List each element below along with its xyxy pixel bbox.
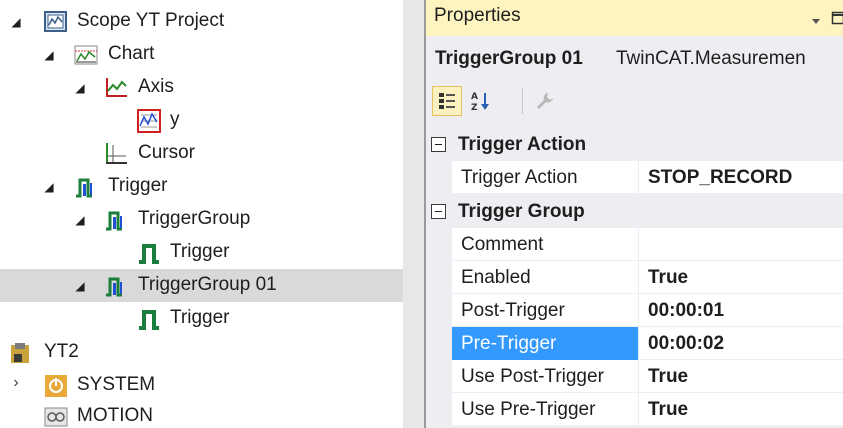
trigger-folder-icon <box>74 175 98 199</box>
expander-expanded-icon[interactable]: ◢ <box>73 213 87 227</box>
property-name: Use Pre-Trigger <box>452 393 639 426</box>
properties-title: Properties <box>434 5 521 26</box>
tree-item-triggergroup-01[interactable]: ◢ TriggerGroup 01 <box>0 269 403 302</box>
tree-item-label: y <box>170 109 180 130</box>
property-row-comment[interactable]: Comment <box>452 228 843 261</box>
tree-item-label: Cursor <box>138 142 196 163</box>
property-row-pre-trigger[interactable]: Pre-Trigger 00:00:02 <box>452 327 843 360</box>
property-row-use-post-trigger[interactable]: Use Post-Trigger True <box>452 360 843 393</box>
properties-title-bar[interactable]: Properties <box>426 0 843 36</box>
trigger-group-icon <box>104 208 128 232</box>
property-value[interactable]: True <box>640 261 843 294</box>
properties-panel: Properties TriggerGroup 01 TwinCAT.Measu… <box>426 0 843 428</box>
expander-expanded-icon[interactable]: ◢ <box>73 279 87 293</box>
tree-item-cursor[interactable]: Cursor <box>0 137 403 170</box>
trigger-icon <box>137 307 161 331</box>
tree-item-axis[interactable]: ◢ Axis <box>0 71 403 104</box>
property-value[interactable]: True <box>640 360 843 393</box>
tree-item-system[interactable]: › SYSTEM <box>0 369 403 402</box>
property-name: Trigger Action <box>452 161 639 194</box>
tree-item-label: Chart <box>108 43 155 64</box>
collapse-minus-icon[interactable] <box>431 204 446 219</box>
channel-icon <box>137 109 161 133</box>
expander-expanded-icon[interactable]: ◢ <box>73 81 87 95</box>
trigger-icon <box>137 241 161 265</box>
collapse-minus-icon[interactable] <box>431 137 446 152</box>
tree-item-yt2[interactable]: YT2 <box>0 336 403 369</box>
categorized-icon[interactable] <box>432 86 462 116</box>
expander-collapsed-icon[interactable]: › <box>9 374 23 391</box>
property-value[interactable]: STOP_RECORD <box>640 161 843 194</box>
selected-object-combo[interactable]: TriggerGroup 01 TwinCAT.Measuremen <box>426 36 843 80</box>
tree-item-label: Trigger <box>170 241 230 262</box>
tree-item-label: TriggerGroup <box>138 208 251 229</box>
tree-item-label: TriggerGroup 01 <box>138 274 277 295</box>
object-type: TwinCAT.Measuremen <box>616 48 806 69</box>
alphabetical-icon[interactable]: AZ <box>466 86 496 116</box>
yt-project-icon <box>9 341 33 365</box>
property-name: Post-Trigger <box>452 294 639 327</box>
tree-item-label: Scope YT Project <box>77 10 225 31</box>
property-name: Comment <box>452 228 639 261</box>
solution-tree: ◢ Scope YT Project ◢ Chart ◢ Axis y Curs… <box>0 0 403 428</box>
category-trigger-action[interactable]: Trigger Action <box>426 128 843 161</box>
tree-item-label: Trigger <box>170 307 230 328</box>
tree-item-y[interactable]: y <box>0 104 403 137</box>
category-label: Trigger Group <box>458 201 585 222</box>
pane-splitter[interactable] <box>403 0 425 428</box>
tree-item-motion[interactable]: MOTION <box>0 400 403 428</box>
tree-item-chart[interactable]: ◢ Chart <box>0 38 403 71</box>
tree-item-label: Trigger <box>108 175 168 196</box>
property-value[interactable] <box>640 228 843 261</box>
wrench-icon[interactable] <box>530 86 560 116</box>
expander-expanded-icon[interactable]: ◢ <box>9 15 23 29</box>
cursor-icon <box>104 142 128 166</box>
tree-item-triggergroup[interactable]: ◢ TriggerGroup <box>0 203 403 236</box>
property-row-trigger-action[interactable]: Trigger Action STOP_RECORD <box>452 161 843 194</box>
svg-text:A: A <box>471 92 478 102</box>
scope-project-icon <box>44 10 68 34</box>
system-icon <box>44 374 68 398</box>
window-position-icon[interactable] <box>831 9 843 25</box>
tree-item-trigger[interactable]: ◢ Trigger <box>0 170 403 203</box>
tree-item-label: Axis <box>138 76 174 97</box>
tree-item-scope-yt-project[interactable]: ◢ Scope YT Project <box>0 5 403 38</box>
properties-toolbar: AZ <box>426 80 843 122</box>
property-name: Enabled <box>452 261 639 294</box>
object-name: TriggerGroup 01 <box>435 48 583 69</box>
property-row-use-pre-trigger[interactable]: Use Pre-Trigger True <box>452 393 843 426</box>
property-name: Pre-Trigger <box>452 327 639 360</box>
category-label: Trigger Action <box>458 134 587 155</box>
axis-icon <box>104 76 128 100</box>
tree-item-trigger-2[interactable]: Trigger <box>0 302 403 335</box>
svg-text:Z: Z <box>471 103 478 112</box>
property-value[interactable]: True <box>640 393 843 426</box>
category-trigger-group[interactable]: Trigger Group <box>426 195 843 228</box>
property-value[interactable]: 00:00:02 <box>640 327 843 360</box>
property-value[interactable]: 00:00:01 <box>640 294 843 327</box>
trigger-group-icon <box>104 274 128 298</box>
dropdown-arrow-icon[interactable] <box>810 12 822 24</box>
property-row-post-trigger[interactable]: Post-Trigger 00:00:01 <box>452 294 843 327</box>
motion-icon <box>44 405 68 428</box>
toolbar-separator <box>522 88 523 114</box>
tree-item-trigger-1[interactable]: Trigger <box>0 236 403 269</box>
property-name: Use Post-Trigger <box>452 360 639 393</box>
tree-item-label: SYSTEM <box>77 374 156 395</box>
expander-expanded-icon[interactable]: ◢ <box>42 48 56 62</box>
chart-icon <box>74 43 98 67</box>
tree-item-label: YT2 <box>44 341 79 362</box>
expander-expanded-icon[interactable]: ◢ <box>42 180 56 194</box>
property-row-enabled[interactable]: Enabled True <box>452 261 843 294</box>
tree-item-label: MOTION <box>77 405 153 426</box>
